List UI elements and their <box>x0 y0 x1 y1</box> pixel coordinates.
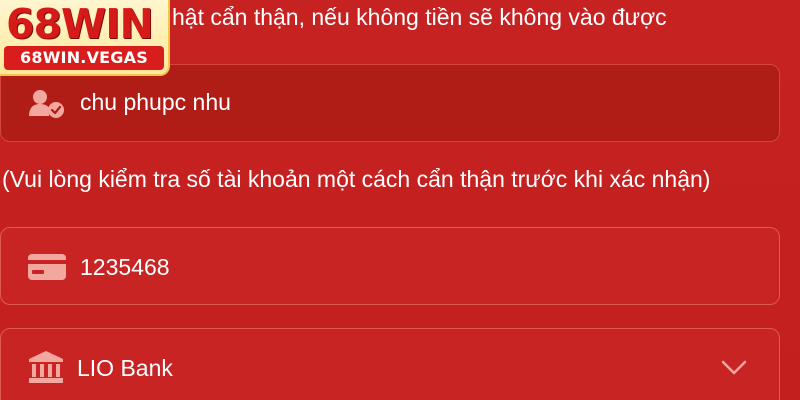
account-number-field[interactable]: 1235468 <box>0 227 780 305</box>
account-number-value: 1235468 <box>80 254 170 280</box>
bank-select[interactable]: LIO Bank <box>0 328 780 400</box>
logo-text: 68WIN <box>6 0 154 48</box>
bank-icon <box>29 351 63 383</box>
withdraw-form-page: hật cẩn thận, nếu không tiền sẽ không và… <box>0 0 800 400</box>
brand-logo: 68WIN 68WIN.VEGAS <box>0 0 170 76</box>
account-name-value: chu phupc nhu <box>80 89 231 115</box>
warning-note: hật cẩn thận, nếu không tiền sẽ không và… <box>172 4 667 30</box>
account-number-hint: (Vui lòng kiểm tra số tài khoản một cách… <box>2 166 711 192</box>
card-icon <box>28 254 66 280</box>
chevron-down-icon[interactable] <box>721 360 747 376</box>
user-check-icon <box>29 90 64 118</box>
logo-domain: 68WIN.VEGAS <box>4 46 164 70</box>
bank-selected-value: LIO Bank <box>77 355 173 381</box>
